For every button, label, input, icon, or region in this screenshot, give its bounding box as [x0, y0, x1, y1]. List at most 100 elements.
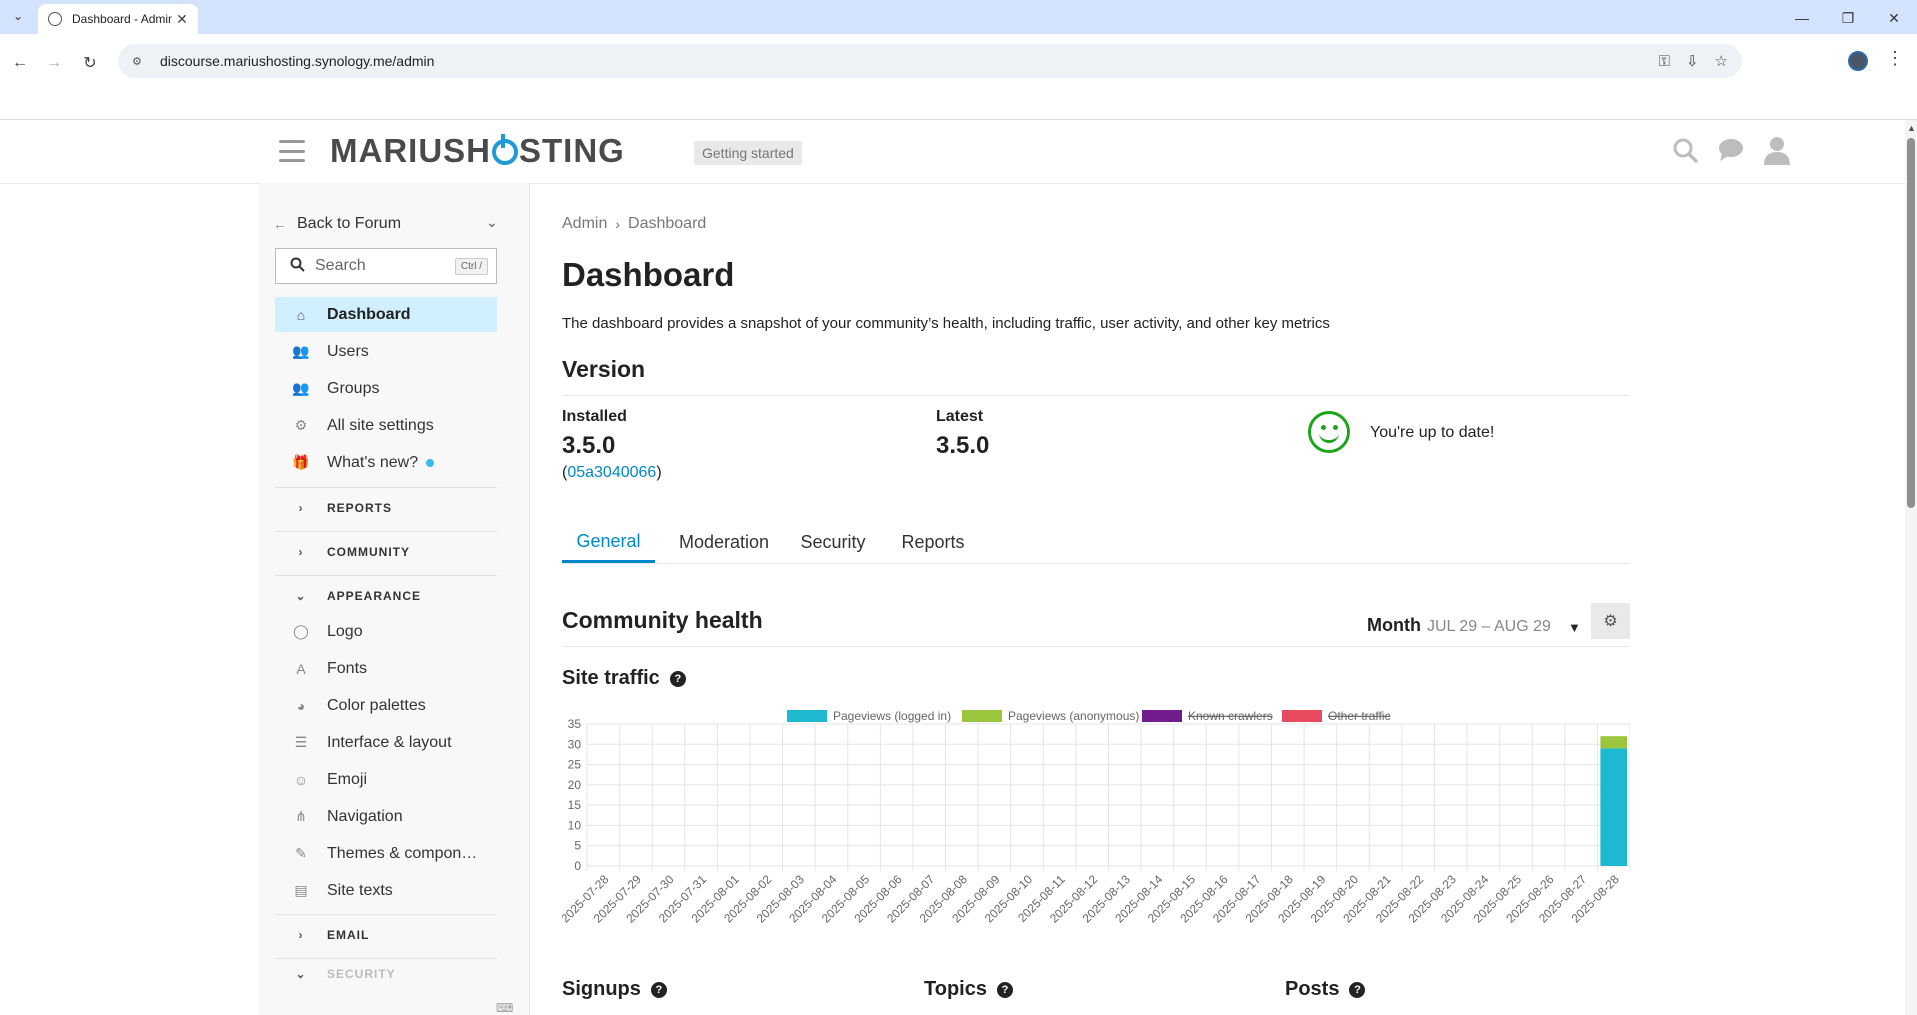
- back-to-forum-label: Back to Forum: [297, 215, 402, 232]
- tab-reports[interactable]: Reports: [894, 523, 972, 561]
- sidebar-item-emoji[interactable]: ☺ Emoji: [275, 762, 497, 797]
- sidebar-item-interface-layout[interactable]: ☰ Interface & layout: [275, 725, 497, 760]
- bookmark-star-icon[interactable]: ☆: [1715, 52, 1728, 70]
- text-icon: ▤: [294, 882, 308, 898]
- signups-heading: Signups ?: [562, 978, 667, 1001]
- section-email[interactable]: › EMAIL: [275, 914, 497, 955]
- scroll-up-icon[interactable]: ▲: [1907, 123, 1916, 133]
- section-security[interactable]: ⌄ SECURITY: [275, 958, 497, 989]
- sidebar-item-themes-components[interactable]: ✎ Themes & compon…: [275, 836, 497, 871]
- arrow-left-icon: ←: [273, 216, 287, 232]
- sidebar-item-label: All site settings: [327, 416, 434, 434]
- sidebar-item-groups[interactable]: 👥 Groups: [275, 371, 497, 406]
- sidebar-item-logo[interactable]: ◯ Logo: [275, 614, 497, 649]
- commit-hash-link[interactable]: 05a3040066: [567, 464, 656, 481]
- legend-swatch: [962, 710, 1002, 722]
- site-info-icon[interactable]: ⚙: [132, 55, 150, 68]
- y-tick-label: 25: [568, 758, 582, 772]
- page-title: Dashboard: [562, 256, 735, 293]
- reload-icon[interactable]: ↻: [76, 49, 104, 77]
- window-close-icon[interactable]: ✕: [1882, 6, 1906, 30]
- tab-general[interactable]: General: [562, 523, 655, 563]
- chevron-down-icon: ⌄: [295, 967, 307, 981]
- browser-tab[interactable]: Dashboard - Admin ✕: [38, 4, 198, 34]
- section-label: APPEARANCE: [327, 589, 422, 603]
- update-status: You're up to date!: [1370, 424, 1495, 441]
- site-traffic-chart: Pageviews (logged in) Pageviews (anonymou…: [558, 709, 1631, 960]
- section-label: SECURITY: [327, 967, 396, 981]
- chevron-down-icon: ⌄: [295, 589, 307, 603]
- y-tick-label: 0: [574, 859, 581, 873]
- section-community[interactable]: › COMMUNITY: [275, 531, 497, 572]
- help-icon[interactable]: ?: [650, 981, 667, 998]
- forward-icon[interactable]: →: [40, 49, 68, 77]
- commit-hash: (05a3040066): [562, 464, 662, 481]
- chevron-right-icon: ›: [298, 545, 304, 559]
- tab-security[interactable]: Security: [792, 523, 874, 561]
- latest-version: Latest 3.5.0: [936, 408, 989, 460]
- section-label: REPORTS: [327, 501, 393, 515]
- emoji-icon: ☺: [293, 771, 309, 788]
- logo-text-right: STING: [519, 132, 625, 169]
- sidebar-item-whats-new[interactable]: 🎁 What's new?: [275, 445, 497, 480]
- sidebar-item-dashboard[interactable]: ⌂ Dashboard: [275, 297, 497, 332]
- help-icon[interactable]: ?: [996, 981, 1013, 998]
- latest-label: Latest: [936, 408, 984, 425]
- legend-label: Pageviews (logged in): [833, 710, 951, 723]
- back-icon[interactable]: ←: [6, 49, 34, 77]
- chat-icon[interactable]: [1717, 136, 1745, 164]
- sidebar-item-all-site-settings[interactable]: ⚙ All site settings: [275, 408, 497, 443]
- address-bar[interactable]: ⚙ discourse.mariushosting.synology.me/ad…: [118, 44, 1742, 78]
- restore-icon[interactable]: ❐: [1836, 6, 1860, 30]
- sidebar-item-color-palettes[interactable]: ◕ Color palettes: [275, 688, 497, 723]
- period-range: JUL 29 – AUG 29: [1426, 618, 1551, 635]
- url-text: discourse.mariushosting.synology.me/admi…: [160, 53, 435, 69]
- site-logo[interactable]: MARIUSH STING: [330, 132, 625, 170]
- browser-profile-avatar[interactable]: [1848, 51, 1868, 71]
- sidebar-item-fonts[interactable]: A Fonts: [275, 651, 497, 686]
- caret-down-icon[interactable]: ▼: [1568, 620, 1581, 635]
- sidebar-search-input[interactable]: Search Ctrl /: [275, 248, 497, 284]
- y-tick-label: 35: [568, 717, 582, 731]
- divider: [562, 646, 1630, 647]
- bar-segment: [1600, 748, 1627, 866]
- sidebar-item-navigation[interactable]: ⋔ Navigation: [275, 799, 497, 834]
- browser-tab-bar: ⌄ Dashboard - Admin ✕ — ❐ ✕: [0, 0, 1917, 34]
- section-appearance[interactable]: ⌄ APPEARANCE: [275, 575, 497, 616]
- help-icon[interactable]: ?: [1349, 981, 1366, 998]
- user-avatar-icon[interactable]: [1763, 136, 1791, 165]
- sidebar-item-users[interactable]: 👥 Users: [275, 334, 497, 369]
- sidebar-item-label: Users: [327, 342, 369, 360]
- breadcrumb-admin[interactable]: Admin: [562, 215, 607, 233]
- getting-started-badge[interactable]: Getting started: [694, 141, 802, 165]
- hamburger-menu-icon[interactable]: [279, 140, 305, 162]
- scrollbar-thumb[interactable]: [1907, 138, 1915, 508]
- page-scrollbar[interactable]: ▲: [1905, 120, 1917, 1015]
- back-to-forum-link[interactable]: ← Back to Forum: [273, 215, 401, 233]
- minimize-icon[interactable]: —: [1790, 6, 1814, 30]
- close-tab-icon[interactable]: ✕: [172, 11, 192, 28]
- sidebar-item-site-texts[interactable]: ▤ Site texts: [275, 873, 497, 908]
- chart-settings-button[interactable]: ⚙: [1591, 603, 1630, 639]
- period-selector[interactable]: Month JUL 29 – AUG 29: [1367, 615, 1551, 636]
- topics-label: Topics: [924, 978, 987, 1000]
- tab-moderation[interactable]: Moderation: [675, 523, 773, 561]
- sidebar-item-label: Site texts: [327, 881, 393, 899]
- search-icon[interactable]: [1671, 136, 1699, 164]
- search-placeholder: Search: [315, 257, 366, 274]
- keyboard-icon[interactable]: ⌨: [496, 1001, 513, 1015]
- groups-icon: 👥: [292, 380, 310, 396]
- password-key-icon[interactable]: ⚿: [1659, 53, 1670, 70]
- chevron-right-icon: ›: [298, 501, 304, 515]
- tab-search-icon[interactable]: ⌄: [8, 6, 28, 26]
- section-reports[interactable]: › REPORTS: [275, 487, 497, 528]
- install-app-icon[interactable]: ⇩: [1686, 52, 1699, 70]
- help-icon[interactable]: ?: [669, 670, 686, 687]
- breadcrumb: Admin › Dashboard: [562, 215, 706, 233]
- globe-icon: [48, 12, 62, 26]
- browser-toolbar: ← → ↻ ⚙ discourse.mariushosting.synology…: [0, 34, 1917, 120]
- chevron-right-icon: ›: [615, 216, 621, 232]
- browser-menu-icon[interactable]: ⋮: [1886, 48, 1904, 69]
- collapse-all-icon[interactable]: ⌄: [486, 214, 498, 231]
- y-tick-label: 10: [568, 818, 582, 832]
